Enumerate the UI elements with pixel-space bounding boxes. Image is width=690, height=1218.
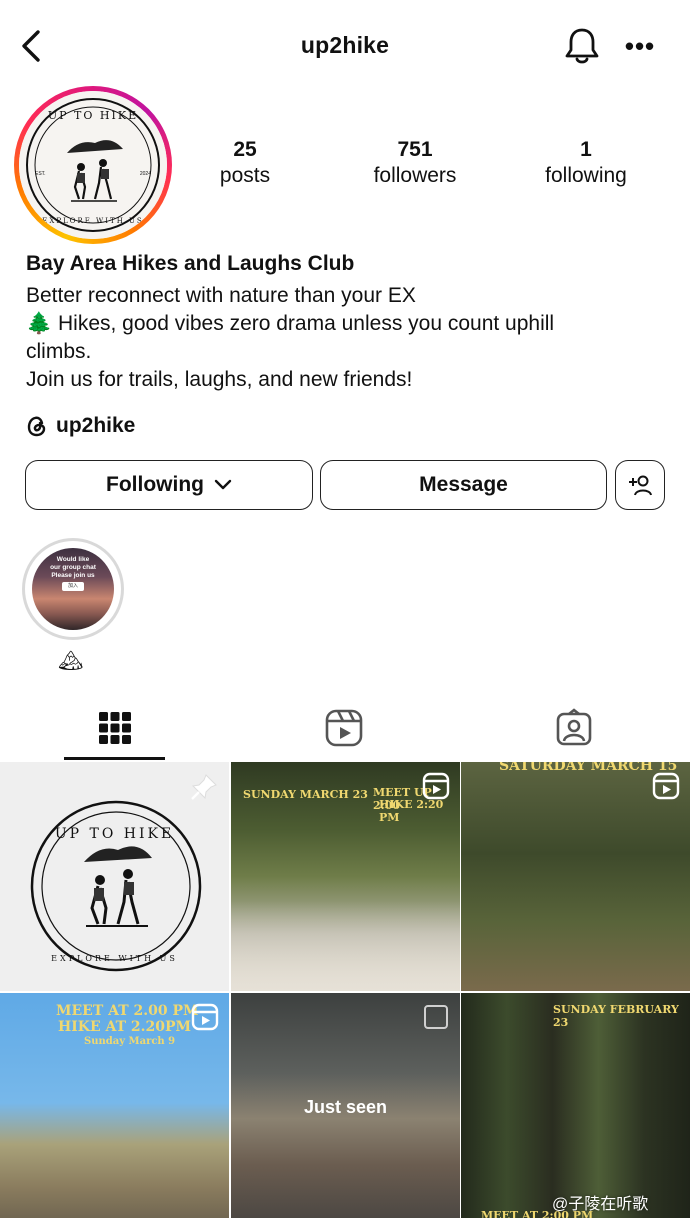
logo-est-left: EST. — [35, 171, 46, 177]
pin-icon — [191, 774, 217, 800]
post-tile-1[interactable]: UP TO HIKE EXPLORE WITH US — [0, 762, 229, 991]
posts-label: posts — [219, 164, 271, 187]
post-2-caption-right-2: HIKE 2:20 PM — [379, 798, 444, 824]
reel-icon — [652, 772, 680, 800]
highlight-cover: Would like our group chat Please join us… — [32, 548, 114, 630]
avatar-logo: UP TO HIKE EXPLORE WITH US EST. 2024 — [19, 91, 167, 239]
bio-line-1: Better reconnect with nature than your E… — [26, 284, 416, 307]
profile-avatar[interactable]: UP TO HIKE EXPLORE WITH US EST. 2024 — [14, 86, 172, 244]
profile-bio: Bay Area Hikes and Laughs Club Better re… — [26, 250, 666, 394]
threads-icon — [27, 416, 46, 437]
post-4-caption-2: HIKE AT 2.20PM — [58, 1019, 191, 1035]
story-highlight[interactable]: Would like our group chat Please join us… — [22, 538, 124, 640]
reel-icon — [422, 772, 450, 800]
posts-count: 25 — [233, 138, 257, 161]
logo-top-text: UP TO HIKE — [47, 109, 139, 122]
following-label: following — [545, 164, 627, 187]
post-3-caption-top: SATURDAY MARCH 15 — [499, 762, 678, 774]
highlight-cover-line-2: our group chat — [50, 564, 96, 571]
highlight-chip: 加入 — [62, 582, 84, 591]
posts-grid-tab-icon[interactable] — [95, 708, 135, 748]
message-button[interactable]: Message — [320, 460, 607, 510]
bio-line-4: Join us for trails, laughs, and new frie… — [26, 368, 413, 391]
tile-logo-bottom-text: EXPLORE WITH US — [51, 954, 178, 963]
just-seen-overlay: Just seen — [303, 1097, 388, 1117]
highlight-cover-text: Would like our group chat Please join us — [32, 556, 114, 580]
highlight-cover-line-3: Please join us — [51, 572, 95, 579]
reel-icon — [191, 1003, 219, 1031]
tile-logo-top-text: UP TO HIKE — [54, 826, 175, 842]
post-tile-5[interactable]: Just seen — [231, 993, 460, 1218]
bio-name: Bay Area Hikes and Laughs Club — [26, 252, 355, 275]
logo-est-right: 2024 — [139, 171, 151, 177]
following-label: Following — [106, 473, 204, 496]
post-tile-4[interactable]: MEET AT 2.00 PM HIKE AT 2.20PM Sunday Ma… — [0, 993, 229, 1218]
post-4-caption-3: Sunday March 9 — [84, 1036, 176, 1047]
post-2-hikers — [231, 901, 460, 991]
stat-following[interactable]: 1 following — [511, 138, 661, 190]
post-tile-3[interactable]: SATURDAY MARCH 15 — [461, 762, 690, 991]
post-6-caption-top: SUNDAY FEBRUARY 23 — [553, 1003, 679, 1029]
top-bar: up2hike ••• — [0, 0, 690, 92]
threads-link[interactable]: up2hike — [26, 414, 135, 438]
post-4-caption-1: MEET AT 2.00 PM — [56, 1003, 199, 1019]
followers-count: 751 — [397, 138, 433, 161]
posts-grid: UP TO HIKE EXPLORE WITH US SUNDAY MARCH … — [0, 762, 690, 1218]
carousel-icon — [424, 1005, 448, 1029]
post-tile-6[interactable]: SUNDAY FEBRUARY 23 MEET AT 2:00 PM — [461, 993, 690, 1218]
highlight-title: 🏔 — [58, 650, 84, 672]
stat-followers[interactable]: 751 followers — [340, 138, 490, 190]
logo-bottom-text: EXPLORE WITH US — [42, 217, 144, 225]
following-count: 1 — [580, 138, 592, 161]
threads-handle: up2hike — [56, 414, 136, 437]
highlight-cover-line-1: Would like — [56, 556, 90, 563]
post-tile-2[interactable]: SUNDAY MARCH 23 MEET UP 2:00 HIKE 2:20 P… — [231, 762, 460, 991]
profile-tabs — [0, 698, 690, 760]
stat-posts[interactable]: 25 posts — [170, 138, 320, 190]
add-person-icon — [629, 475, 652, 496]
suggested-users-button[interactable] — [615, 460, 665, 510]
chevron-down-icon — [214, 479, 232, 490]
bio-line-2: 🌲 Hikes, good vibes zero drama unless yo… — [26, 312, 555, 335]
message-label: Message — [419, 473, 508, 496]
notification-bell-icon[interactable] — [562, 25, 602, 67]
post-2-caption-left: SUNDAY MARCH 23 — [243, 788, 368, 801]
tagged-tab-icon[interactable] — [554, 708, 594, 748]
reels-tab-icon[interactable] — [324, 708, 364, 748]
active-tab-indicator — [64, 757, 165, 760]
followers-label: followers — [373, 164, 457, 187]
bio-line-3: climbs. — [26, 340, 92, 363]
following-button[interactable]: Following — [25, 460, 313, 510]
more-options-icon[interactable]: ••• — [622, 32, 658, 60]
watermark-text: @子陵在听歌 — [552, 1196, 649, 1213]
